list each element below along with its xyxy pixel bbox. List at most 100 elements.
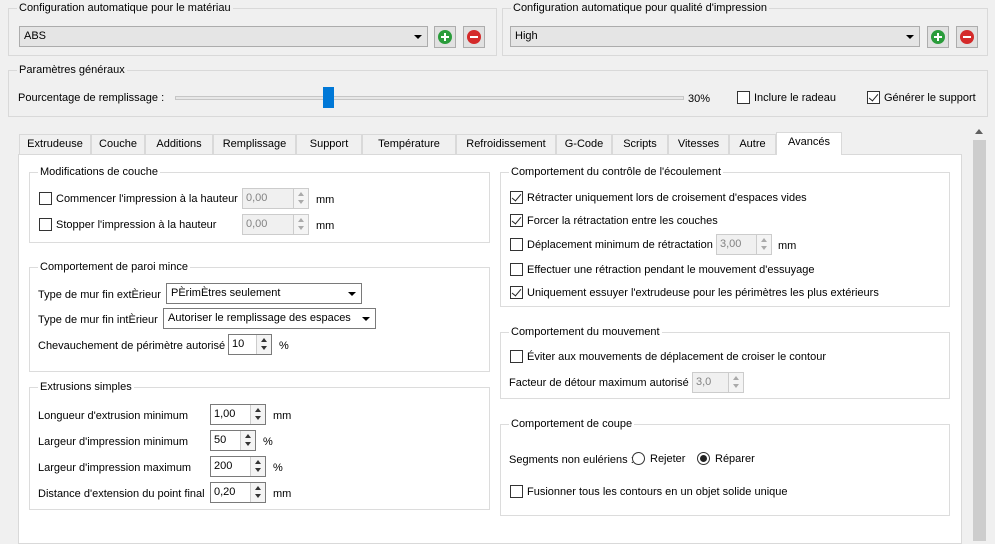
force-retract-checkbox[interactable]	[510, 214, 523, 227]
thin-wall-title: Comportement de paroi mince	[38, 261, 190, 274]
tab-0[interactable]: Extrudeuse	[19, 134, 91, 154]
simple-extrusions-title: Extrusions simples	[38, 381, 134, 394]
repair-radio[interactable]	[697, 452, 710, 465]
min-travel-value: 3,00	[720, 238, 742, 250]
ext-row-spinbox[interactable]: 50	[210, 430, 256, 451]
tab-7[interactable]: G-Code	[556, 134, 612, 154]
min-travel-spinbox[interactable]: 3,00	[716, 234, 772, 255]
ext-row-value: 1,00	[214, 408, 236, 420]
spin-arrows-icon[interactable]	[756, 235, 771, 254]
quality-combo-value: High	[515, 30, 538, 42]
wipe-outer-checkbox[interactable]	[510, 286, 523, 299]
raft-label: Inclure le radeau	[754, 92, 836, 104]
thin-wall-group: Comportement de paroi mince Type de mur …	[29, 261, 490, 372]
detour-value: 3,0	[696, 376, 712, 388]
material-combo[interactable]: ABS	[19, 26, 428, 47]
outer-wall-label: Type de mur fin extÈrieur	[38, 289, 161, 301]
retract-void-label: Rétracter uniquement lors de croisement …	[527, 192, 807, 204]
spin-arrows-icon[interactable]	[728, 373, 743, 392]
reject-radio[interactable]	[632, 452, 645, 465]
tab-4[interactable]: Support	[296, 134, 362, 154]
wipe-retract-checkbox[interactable]	[510, 263, 523, 276]
min-travel-checkbox[interactable]	[510, 238, 523, 251]
ext-row-unit: %	[273, 462, 283, 474]
inner-wall-value: Autoriser le remplissage des espaces	[168, 312, 351, 324]
avoid-contour-label: Éviter aux mouvements de déplacement de …	[527, 351, 826, 363]
inner-wall-combo[interactable]: Autoriser le remplissage des espaces	[163, 308, 376, 329]
advanced-panel: Modifications de couche Commencer l'impr…	[18, 154, 962, 544]
add-quality-button[interactable]	[927, 26, 949, 48]
tab-6[interactable]: Refroidissement	[456, 134, 556, 154]
tab-2[interactable]: Additions	[145, 134, 213, 154]
tab-1[interactable]: Couche	[91, 134, 145, 154]
ext-row-spinbox[interactable]: 0,20	[210, 482, 266, 503]
spin-arrows-icon[interactable]	[250, 483, 265, 502]
ext-row-spinbox[interactable]: 200	[210, 456, 266, 477]
stop-height-label: Stopper l'impression à la hauteur	[56, 219, 217, 231]
repair-label: Réparer	[715, 453, 755, 465]
reject-label: Rejeter	[650, 453, 686, 465]
retract-void-checkbox[interactable]	[510, 191, 523, 204]
scrollbar-thumb[interactable]	[973, 140, 986, 541]
avoid-contour-checkbox[interactable]	[510, 350, 523, 363]
layer-mods-title: Modifications de couche	[38, 166, 161, 179]
spin-arrows-icon[interactable]	[256, 335, 271, 354]
overlap-label: Chevauchement de périmètre autorisé	[38, 340, 226, 352]
spin-arrows-icon[interactable]	[250, 457, 265, 476]
ext-row-value: 0,20	[214, 486, 236, 498]
plus-circle-icon	[931, 30, 945, 44]
start-height-spinbox[interactable]: 0,00	[242, 188, 309, 209]
tab-8[interactable]: Scripts	[612, 134, 668, 154]
outer-wall-combo[interactable]: PÈrimÈtres seulement	[166, 283, 362, 304]
detour-label: Facteur de détour maximum autorisé	[509, 377, 689, 389]
tab-11[interactable]: Avancés	[776, 132, 842, 155]
spin-arrows-icon[interactable]	[293, 215, 308, 234]
merge-contours-label: Fusionner tous les contours en un objet …	[527, 486, 788, 498]
ext-row-label: Largeur d'impression maximum	[38, 462, 192, 474]
chevron-down-icon	[348, 292, 356, 296]
chevron-down-icon	[414, 35, 422, 39]
ext-row-value: 50	[214, 434, 227, 446]
support-checkbox[interactable]	[867, 91, 880, 104]
spin-arrows-icon[interactable]	[240, 431, 255, 450]
flow-control-title: Comportement du contrôle de l'écoulement	[509, 166, 723, 179]
raft-checkbox[interactable]	[737, 91, 750, 104]
scroll-up-arrow-icon[interactable]	[975, 129, 983, 134]
add-material-button[interactable]	[434, 26, 456, 48]
wipe-outer-label: Uniquement essuyer l'extrudeuse pour les…	[527, 287, 879, 299]
quality-config-title: Configuration automatique pour qualité d…	[511, 2, 770, 15]
layer-mods-group: Modifications de couche Commencer l'impr…	[29, 166, 490, 243]
inner-wall-label: Type de mur fin intÈrieur	[38, 314, 158, 326]
infill-slider-handle[interactable]	[323, 87, 334, 108]
infill-slider-track[interactable]	[175, 96, 684, 100]
general-params-title: Paramètres généraux	[17, 64, 127, 77]
quality-combo[interactable]: High	[510, 26, 920, 47]
tab-10[interactable]: Autre	[729, 134, 776, 154]
stop-height-spinbox[interactable]: 0,00	[242, 214, 309, 235]
overlap-spinbox[interactable]: 10	[228, 334, 272, 355]
tab-5[interactable]: Température	[362, 134, 456, 154]
infill-value: 30%	[688, 93, 711, 105]
material-combo-value: ABS	[24, 30, 47, 42]
start-height-checkbox[interactable]	[39, 192, 52, 205]
ext-row-spinbox[interactable]: 1,00	[210, 404, 266, 425]
stop-height-checkbox[interactable]	[39, 218, 52, 231]
chevron-down-icon	[906, 35, 914, 39]
remove-material-button[interactable]	[463, 26, 485, 48]
wipe-retract-label: Effectuer une rétraction pendant le mouv…	[527, 264, 815, 276]
start-height-unit: mm	[316, 194, 335, 206]
stop-height-unit: mm	[316, 220, 335, 232]
ext-row-label: Largeur d'impression minimum	[38, 436, 189, 448]
cut-group: Comportement de coupe Segments non eulér…	[500, 418, 950, 516]
tab-9[interactable]: Vitesses	[668, 134, 729, 154]
ext-row-value: 200	[214, 460, 233, 472]
vertical-scrollbar[interactable]	[971, 123, 988, 541]
spin-arrows-icon[interactable]	[250, 405, 265, 424]
remove-quality-button[interactable]	[956, 26, 978, 48]
spin-arrows-icon[interactable]	[293, 189, 308, 208]
merge-contours-checkbox[interactable]	[510, 485, 523, 498]
force-retract-label: Forcer la rétractation entre les couches	[527, 215, 718, 227]
tab-3[interactable]: Remplissage	[213, 134, 296, 154]
detour-spinbox[interactable]: 3,0	[692, 372, 744, 393]
stop-height-value: 0,00	[246, 218, 268, 230]
